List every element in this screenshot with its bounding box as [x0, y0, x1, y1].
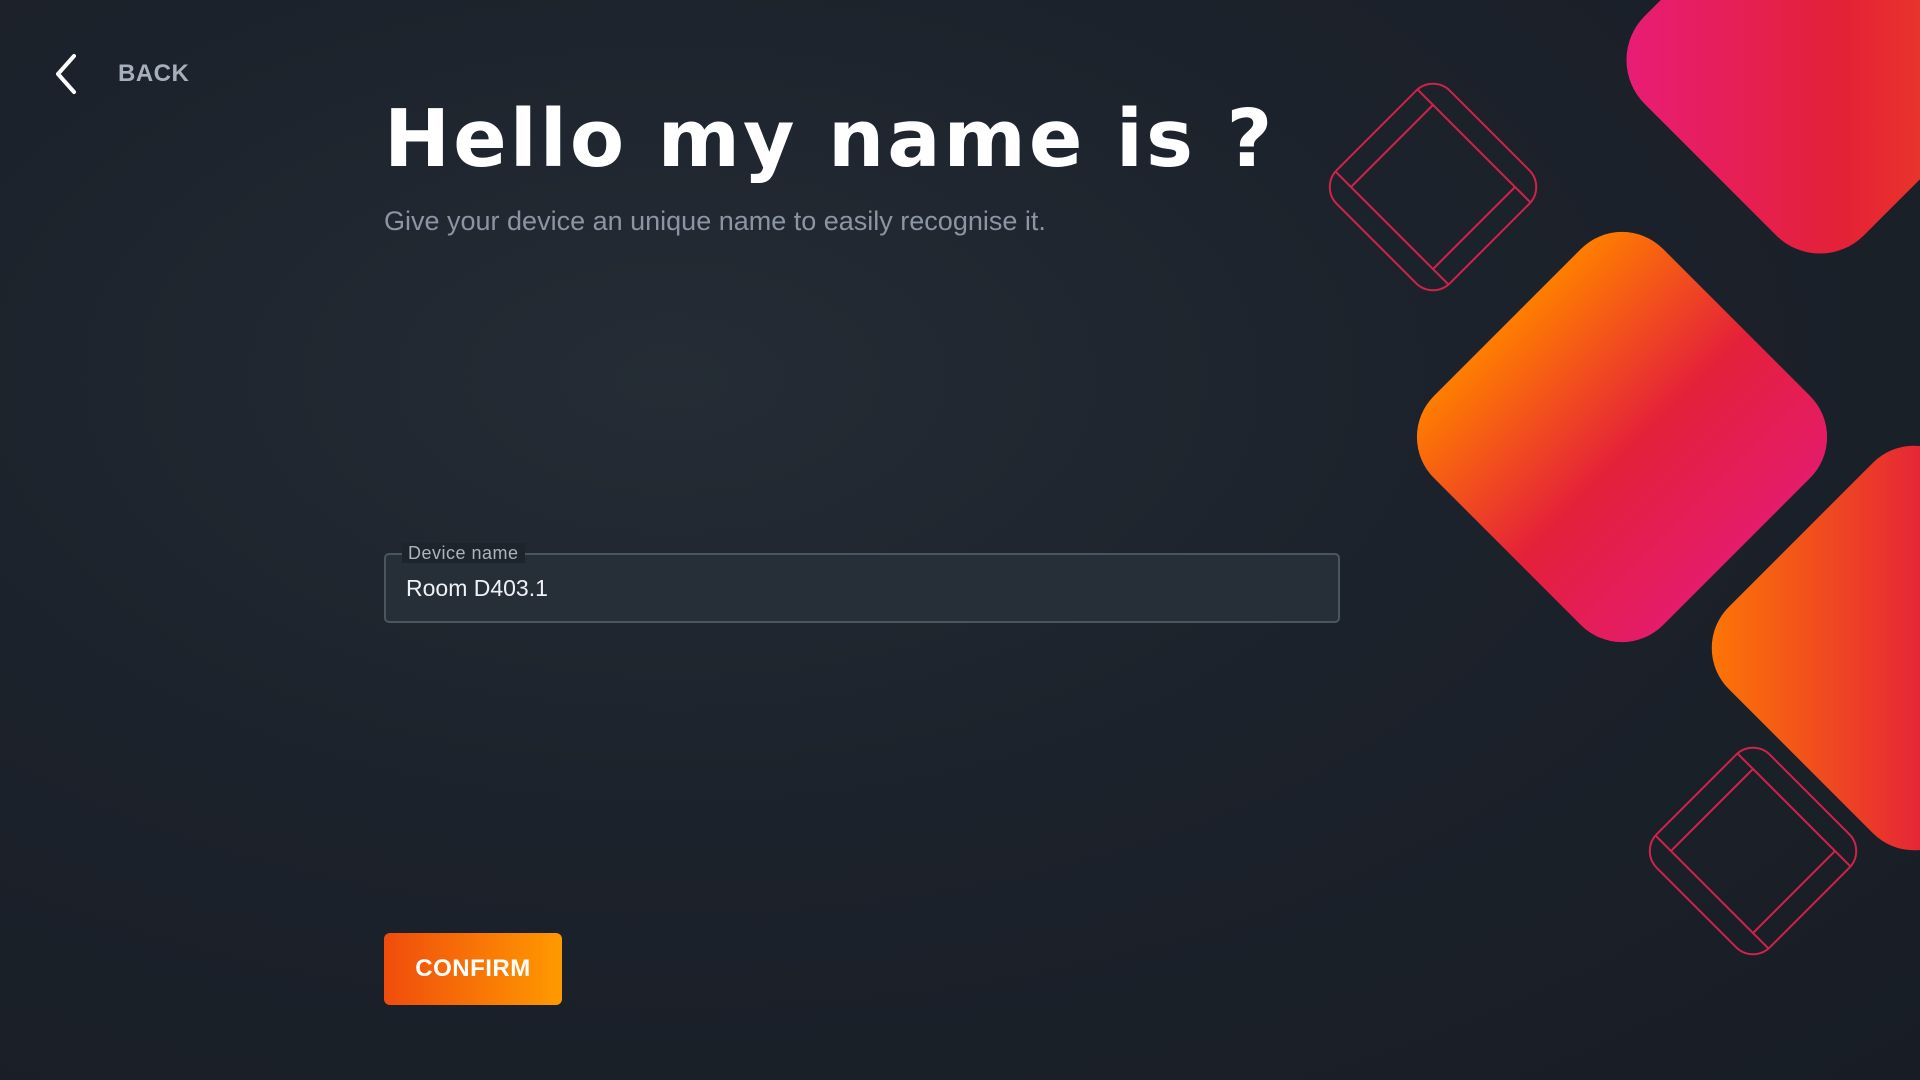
page-title: Hello my name is ?: [384, 93, 1276, 185]
device-name-field: Device name: [384, 543, 1340, 623]
device-name-input[interactable]: [406, 555, 1318, 621]
decor-diamond-top: [1626, 0, 1920, 254]
decor-outline-bottom: [1648, 746, 1858, 956]
back-label: BACK: [118, 60, 190, 87]
decor-outline-top: [1328, 82, 1538, 292]
confirm-button[interactable]: CONFIRM: [384, 933, 562, 1005]
chevron-left-icon: [56, 54, 76, 94]
back-button[interactable]: BACK: [52, 50, 189, 98]
decor-diamond-bottom: [1711, 445, 1920, 851]
decor-diamond-middle: [1416, 231, 1828, 643]
page-subtitle: Give your device an unique name to easil…: [384, 206, 1046, 236]
